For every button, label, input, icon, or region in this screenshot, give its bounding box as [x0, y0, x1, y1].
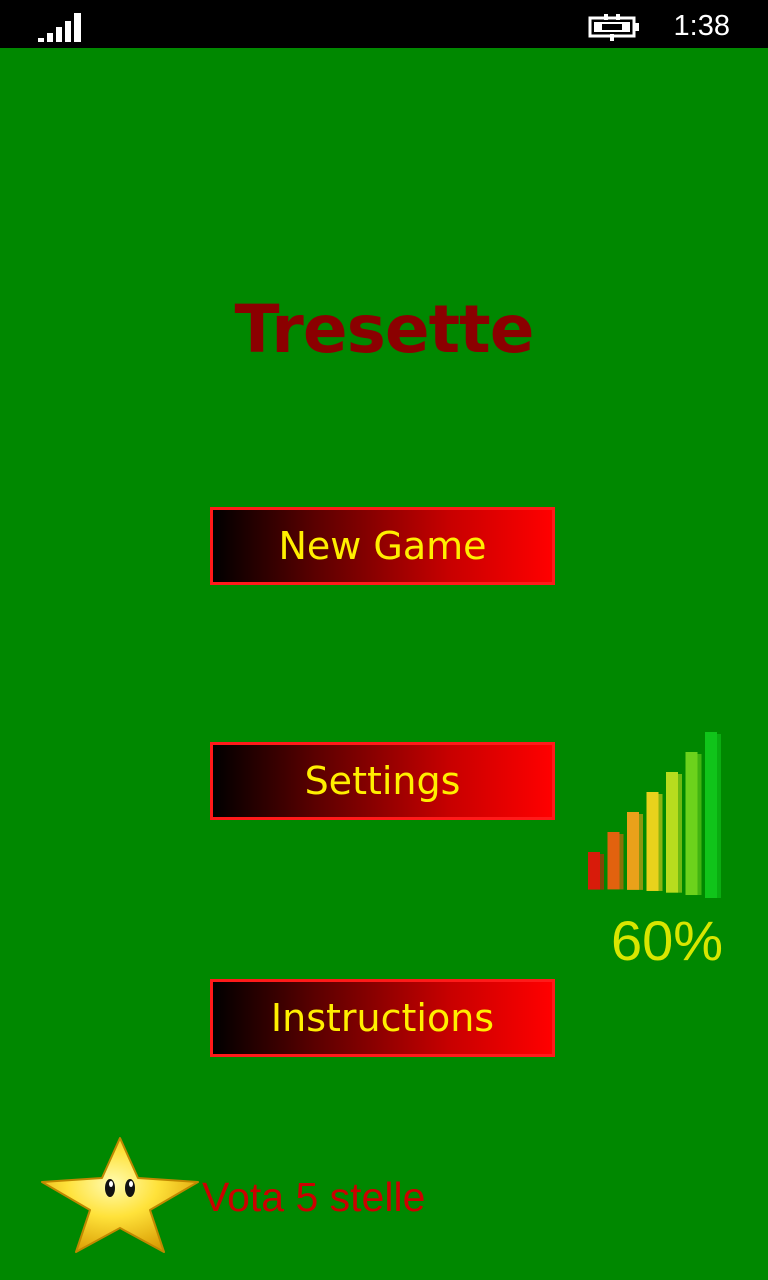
app-screen: 1:38 Tresette New Game Settings Instruct…: [0, 0, 768, 1280]
settings-button[interactable]: Settings: [210, 742, 555, 820]
progress-percentage: 60%: [610, 909, 724, 972]
signal-strength-icon: [38, 13, 81, 42]
progress-bar-segment: [646, 792, 663, 891]
rate-app-link[interactable]: Vota 5 stelle: [202, 1170, 425, 1224]
progress-bars-icon: [588, 732, 721, 898]
instructions-button[interactable]: Instructions: [210, 979, 555, 1057]
progress-bar-segment: [666, 772, 682, 893]
progress-bar-segment: [627, 812, 643, 890]
progress-bar-segment: [685, 752, 702, 896]
battery-charging-icon: [588, 14, 639, 41]
page-title: Tresette: [234, 291, 535, 368]
status-clock: 1:38: [673, 10, 730, 42]
status-bar: 1:38: [0, 0, 768, 48]
new-game-button[interactable]: New Game: [210, 507, 555, 585]
progress-bar-segment: [588, 852, 604, 890]
star-icon[interactable]: [40, 1136, 200, 1254]
progress-bar-segment: [607, 832, 624, 890]
progress-bar-segment: [705, 732, 721, 898]
